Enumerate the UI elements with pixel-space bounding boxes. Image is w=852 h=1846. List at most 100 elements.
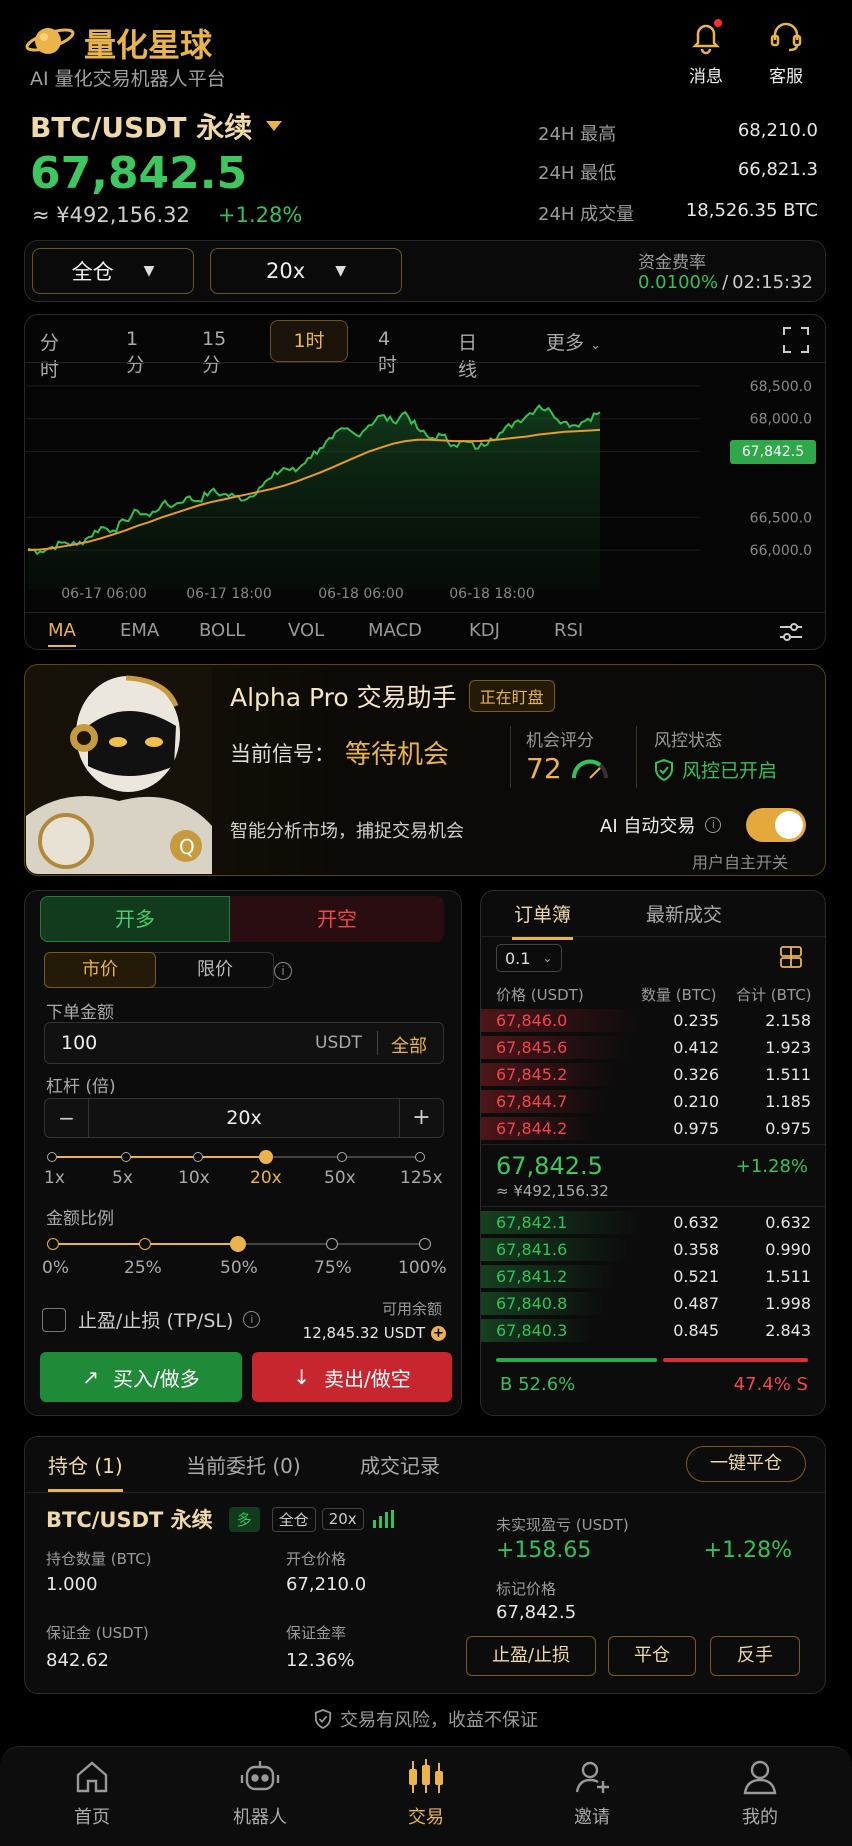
tpsl-checkbox[interactable]	[42, 1307, 66, 1332]
order-book-row[interactable]: 67,844.7 0.210 1.185	[481, 1089, 825, 1114]
book-mid-price: 67,842.5	[496, 1152, 603, 1180]
leverage-minus-button[interactable]: −	[45, 1099, 89, 1137]
order-book-row[interactable]: 67,844.2 0.975 0.975	[481, 1116, 825, 1141]
tab-1h[interactable]: 1时	[270, 320, 348, 362]
tab-trade-history[interactable]: 成交记录	[360, 1450, 440, 1479]
indicator-kdj[interactable]: KDJ	[469, 620, 500, 641]
open-short-tab[interactable]: 开空	[230, 896, 444, 942]
limit-order-tab[interactable]: 限价	[156, 952, 274, 988]
slider-fill	[52, 1156, 267, 1158]
robot-avatar: Q	[26, 666, 212, 874]
slider-stop	[139, 1238, 151, 1250]
indicator-settings-icon[interactable]	[778, 620, 804, 644]
tab-positions[interactable]: 持仓 (1)	[48, 1450, 123, 1492]
indicator-boll[interactable]: BOLL	[199, 620, 245, 641]
book-divider	[481, 936, 825, 937]
indicator-macd[interactable]: MACD	[368, 620, 422, 641]
tab-order-book[interactable]: 订单簿	[512, 900, 574, 940]
nav-trade[interactable]: 交易	[376, 1757, 476, 1829]
leverage-select[interactable]: 20x ▼	[210, 248, 402, 294]
nav-invite[interactable]: 邀请	[542, 1757, 642, 1829]
ratio-mark: 0%	[42, 1258, 69, 1278]
score-label: 机会评分	[526, 731, 594, 751]
chevron-down-icon	[266, 121, 283, 131]
mark-price-label: 标记价格	[496, 1580, 557, 1598]
leverage-plus-button[interactable]: +	[399, 1099, 443, 1137]
market-order-tab[interactable]: 市价	[44, 952, 156, 988]
slider-thumb[interactable]	[259, 1150, 273, 1164]
app-name: 量化星球	[84, 26, 213, 64]
ai-divider	[510, 726, 511, 788]
precision-select[interactable]: 0.1 ⌄	[496, 944, 562, 972]
add-funds-icon[interactable]: +	[431, 1325, 446, 1341]
service-button[interactable]: 客服	[760, 16, 812, 87]
nav-robot[interactable]: 机器人	[210, 1757, 310, 1829]
close-all-button[interactable]: 一键平仓	[686, 1446, 806, 1482]
messages-button[interactable]: 消息	[680, 16, 732, 87]
indicator-tabs: MA EMA BOLL VOL MACD KDJ RSI	[24, 616, 826, 648]
amount-field[interactable]: 100 USDT 全部	[44, 1022, 444, 1064]
leverage-slider[interactable]	[47, 1150, 425, 1164]
order-book-row[interactable]: 67,845.2 0.326 1.511	[481, 1062, 825, 1087]
indicator-vol[interactable]: VOL	[288, 620, 324, 641]
order-book-row[interactable]: 67,842.1 0.632 0.632	[481, 1210, 825, 1235]
buy-long-button[interactable]: ↗ 买入/做多	[40, 1352, 242, 1402]
indicator-ema[interactable]: EMA	[120, 620, 159, 641]
indicator-rsi[interactable]: RSI	[554, 620, 583, 641]
book-qty: 0.235	[673, 1011, 719, 1030]
margin-mode-select[interactable]: 全仓 ▼	[32, 248, 194, 294]
info-icon[interactable]: i	[274, 962, 292, 980]
nav-mine[interactable]: 我的	[710, 1757, 810, 1829]
margin-value: 842.62	[46, 1650, 109, 1671]
auto-trade-toggle[interactable]	[746, 808, 806, 842]
indicator-ma[interactable]: MA	[48, 620, 76, 647]
available-label: 可用余额	[381, 1300, 442, 1318]
amount-all-button[interactable]: 全部	[391, 1032, 427, 1058]
tab-open-orders[interactable]: 当前委托 (0)	[186, 1450, 301, 1479]
book-qty: 0.845	[673, 1321, 719, 1340]
order-book-row[interactable]: 67,840.8 0.487 1.998	[481, 1291, 825, 1316]
layout-grid-icon[interactable]	[780, 946, 802, 968]
ratio-slider[interactable]	[47, 1236, 431, 1252]
ratio-mark: 25%	[124, 1258, 162, 1278]
candles-icon	[409, 1759, 443, 1793]
precision-value: 0.1	[505, 948, 531, 968]
slider-stop	[415, 1152, 425, 1162]
order-book-row[interactable]: 67,846.0 0.235 2.158	[481, 1008, 825, 1033]
slider-stop	[193, 1152, 203, 1162]
entry-value: 67,210.0	[286, 1574, 367, 1595]
open-long-tab[interactable]: 开多	[40, 896, 230, 942]
lev-mark: 10x	[178, 1168, 210, 1188]
pnl-percent: +1.28%	[703, 1538, 792, 1563]
book-divider	[481, 1144, 825, 1145]
book-qty: 0.358	[673, 1240, 719, 1259]
order-book-row[interactable]: 67,845.6 0.412 1.923	[481, 1035, 825, 1060]
lev-mark: 5x	[112, 1168, 133, 1188]
order-book-row[interactable]: 67,840.3 0.845 2.843	[481, 1318, 825, 1343]
reverse-button[interactable]: 反手	[710, 1636, 800, 1676]
pair-selector[interactable]: BTC/USDT 永续	[30, 106, 283, 146]
funding-separator: /	[722, 272, 729, 293]
tab-latest-trades[interactable]: 最新成交	[646, 900, 722, 927]
slider-thumb[interactable]	[230, 1236, 246, 1252]
available-balance: 12,845.32 USDT +	[303, 1324, 446, 1342]
order-book-row[interactable]: 67,841.6 0.358 0.990	[481, 1237, 825, 1262]
info-icon[interactable]: i	[243, 1311, 261, 1328]
tab-more[interactable]: 更多 ⌄	[546, 328, 601, 355]
sell-short-button[interactable]: ↓ 卖出/做空	[252, 1352, 452, 1402]
fullscreen-icon[interactable]	[782, 326, 810, 354]
book-qty: 0.326	[673, 1065, 719, 1084]
order-book-row[interactable]: 67,841.2 0.521 1.511	[481, 1264, 825, 1289]
ratio-label: 金额比例	[46, 1209, 114, 1229]
book-header-price: 价格 (USDT)	[496, 986, 584, 1004]
y-tick-label: 66,500.0	[750, 510, 812, 526]
home-icon	[76, 1761, 108, 1793]
nav-home[interactable]: 首页	[42, 1757, 142, 1829]
price-change: +1.28%	[218, 203, 303, 227]
svg-text:Q: Q	[179, 835, 195, 859]
chevron-down-icon: ▼	[335, 263, 346, 279]
tpsl-button[interactable]: 止盈/止损	[466, 1636, 596, 1676]
book-price: 67,844.2	[496, 1119, 568, 1138]
service-label: 客服	[769, 67, 803, 87]
close-position-button[interactable]: 平仓	[608, 1636, 696, 1676]
